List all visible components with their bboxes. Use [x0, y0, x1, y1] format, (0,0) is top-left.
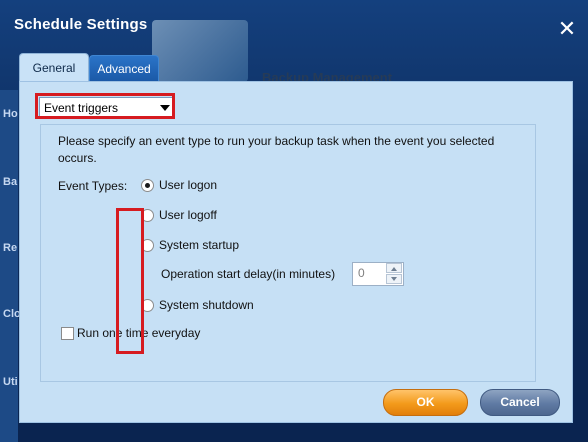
spin-down-icon[interactable]: [386, 274, 402, 284]
highlight-box-radios: [116, 208, 144, 354]
dialog-title: Schedule Settings: [14, 16, 148, 33]
general-panel: Event triggers Please specify an event t…: [19, 81, 573, 423]
dialog-titlebar: Schedule Settings ✕: [0, 0, 588, 52]
event-options-group: Please specify an event type to run your…: [40, 124, 536, 382]
user-logoff-label[interactable]: User logoff: [159, 208, 217, 222]
cancel-button[interactable]: Cancel: [480, 389, 560, 416]
ok-button[interactable]: OK: [383, 389, 468, 416]
tab-general[interactable]: General: [19, 53, 89, 82]
event-description: Please specify an event type to run your…: [58, 134, 495, 165]
user-logon-label[interactable]: User logon: [159, 178, 217, 192]
radio-user-logon[interactable]: [141, 179, 154, 192]
tab-advanced[interactable]: Advanced: [89, 55, 159, 82]
close-icon[interactable]: ✕: [556, 18, 578, 40]
highlight-box-dropdown: [35, 93, 175, 119]
system-startup-label[interactable]: System startup: [159, 238, 239, 252]
start-delay-value[interactable]: 0: [358, 266, 365, 280]
start-delay-spinner[interactable]: 0: [352, 262, 404, 286]
run-once-checkbox[interactable]: [61, 327, 74, 340]
system-shutdown-label[interactable]: System shutdown: [159, 298, 254, 312]
event-types-label: Event Types:: [58, 179, 128, 193]
start-delay-label: Operation start delay(in minutes): [161, 267, 336, 281]
spin-up-icon[interactable]: [386, 263, 402, 273]
schedule-settings-dialog: Schedule Settings ✕ General Advanced Eve…: [0, 0, 588, 442]
